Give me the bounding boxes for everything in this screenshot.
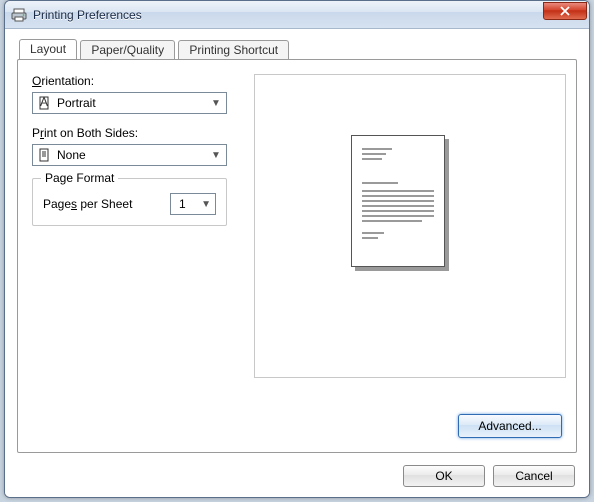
- chevron-down-icon: ▼: [210, 98, 222, 109]
- titlebar[interactable]: Printing Preferences: [5, 1, 589, 29]
- printer-icon: [11, 7, 27, 23]
- orientation-value: Portrait: [57, 96, 210, 110]
- close-button[interactable]: [543, 2, 587, 20]
- svg-text:A: A: [40, 96, 48, 109]
- chevron-down-icon: ▼: [201, 199, 211, 210]
- page-none-icon: [37, 148, 51, 162]
- orientation-label: Orientation:: [32, 74, 242, 88]
- duplex-label: Print on Both Sides:: [32, 126, 242, 140]
- duplex-value: None: [57, 148, 210, 162]
- tab-panel-layout: Orientation: A Portrait ▼ Print on Both …: [17, 59, 577, 453]
- dialog-window: Printing Preferences Layout Paper/Qualit…: [4, 0, 590, 498]
- tab-paper-quality[interactable]: Paper/Quality: [80, 40, 175, 60]
- pages-per-sheet-label: Pages per Sheet: [43, 197, 132, 211]
- tab-layout[interactable]: Layout: [19, 39, 77, 59]
- tabstrip: Layout Paper/Quality Printing Shortcut: [19, 39, 577, 59]
- orientation-combo[interactable]: A Portrait ▼: [32, 92, 227, 114]
- portrait-icon: A: [37, 96, 51, 110]
- page-preview-icon: [351, 135, 445, 267]
- page-format-legend: Page Format: [41, 171, 118, 185]
- cancel-button[interactable]: Cancel: [493, 465, 575, 487]
- preview-panel: [254, 74, 566, 378]
- pages-per-sheet-combo[interactable]: 1 ▼: [170, 193, 216, 215]
- page-format-group: Page Format Pages per Sheet 1 ▼: [32, 178, 227, 226]
- ok-button[interactable]: OK: [403, 465, 485, 487]
- tab-printing-shortcut[interactable]: Printing Shortcut: [178, 40, 289, 60]
- chevron-down-icon: ▼: [210, 150, 222, 161]
- pages-per-sheet-value: 1: [179, 197, 186, 211]
- duplex-combo[interactable]: None ▼: [32, 144, 227, 166]
- dialog-buttons: OK Cancel: [403, 465, 575, 487]
- window-title: Printing Preferences: [33, 8, 543, 22]
- advanced-button[interactable]: Advanced...: [458, 414, 562, 438]
- client-area: Layout Paper/Quality Printing Shortcut O…: [5, 29, 589, 497]
